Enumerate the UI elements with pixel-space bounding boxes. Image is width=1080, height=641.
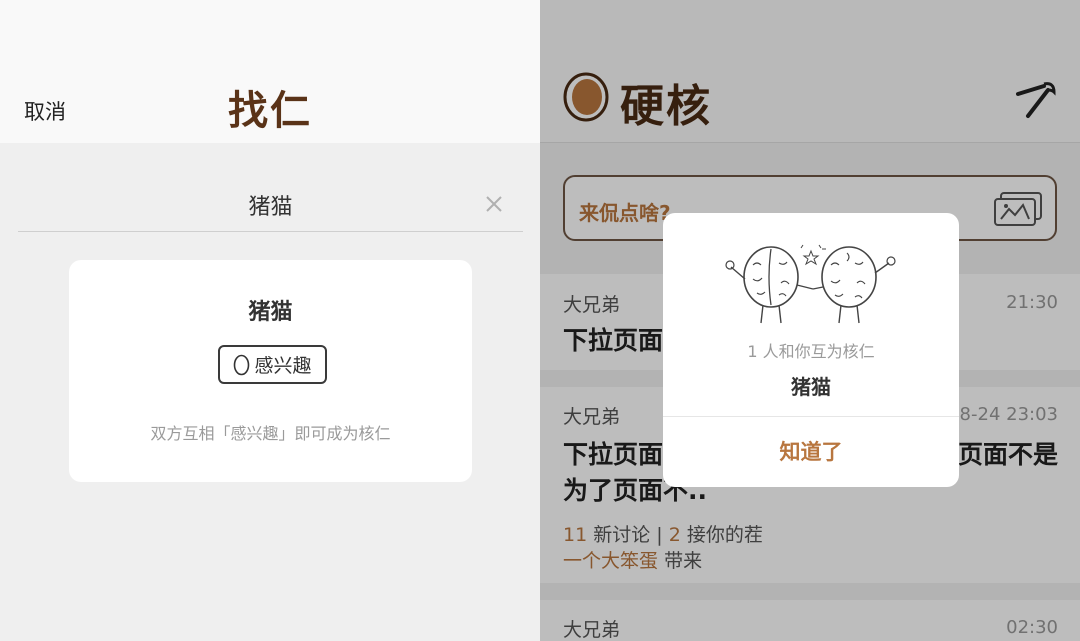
walnut-friends-icon (725, 244, 896, 324)
interested-button[interactable]: 感兴趣 (218, 345, 327, 384)
match-dialog: 1 人和你互为核仁 猪猫 知道了 (663, 213, 959, 487)
matched-username: 猪猫 (791, 375, 831, 399)
close-icon[interactable] (485, 192, 503, 216)
search-result-card: 猪猫 感兴趣 双方互相「感兴趣」即可成为核仁 (69, 260, 472, 482)
mutual-interest-hint: 双方互相「感兴趣」即可成为核仁 (150, 424, 391, 443)
egg-icon (234, 354, 250, 376)
interested-label: 感兴趣 (254, 355, 312, 377)
feed-screen: 硬核 来侃点啥? 大兄弟 21:30 下拉页面 大兄弟 8-24 23:03 下… (540, 0, 1080, 641)
search-bar (18, 180, 523, 232)
got-it-button[interactable]: 知道了 (663, 417, 959, 487)
page-title-text: 找仁 (228, 88, 312, 134)
find-friend-screen: 取消 找仁 猪猫 感兴趣 双方互相「感兴趣」即可成为核仁 (0, 0, 540, 641)
page-title: 找仁 (0, 78, 540, 136)
result-username: 猪猫 (248, 300, 293, 325)
find-header: 取消 找仁 (0, 0, 540, 143)
mutual-count-text: 1 人和你互为核仁 (747, 342, 875, 361)
search-input[interactable] (18, 180, 523, 230)
